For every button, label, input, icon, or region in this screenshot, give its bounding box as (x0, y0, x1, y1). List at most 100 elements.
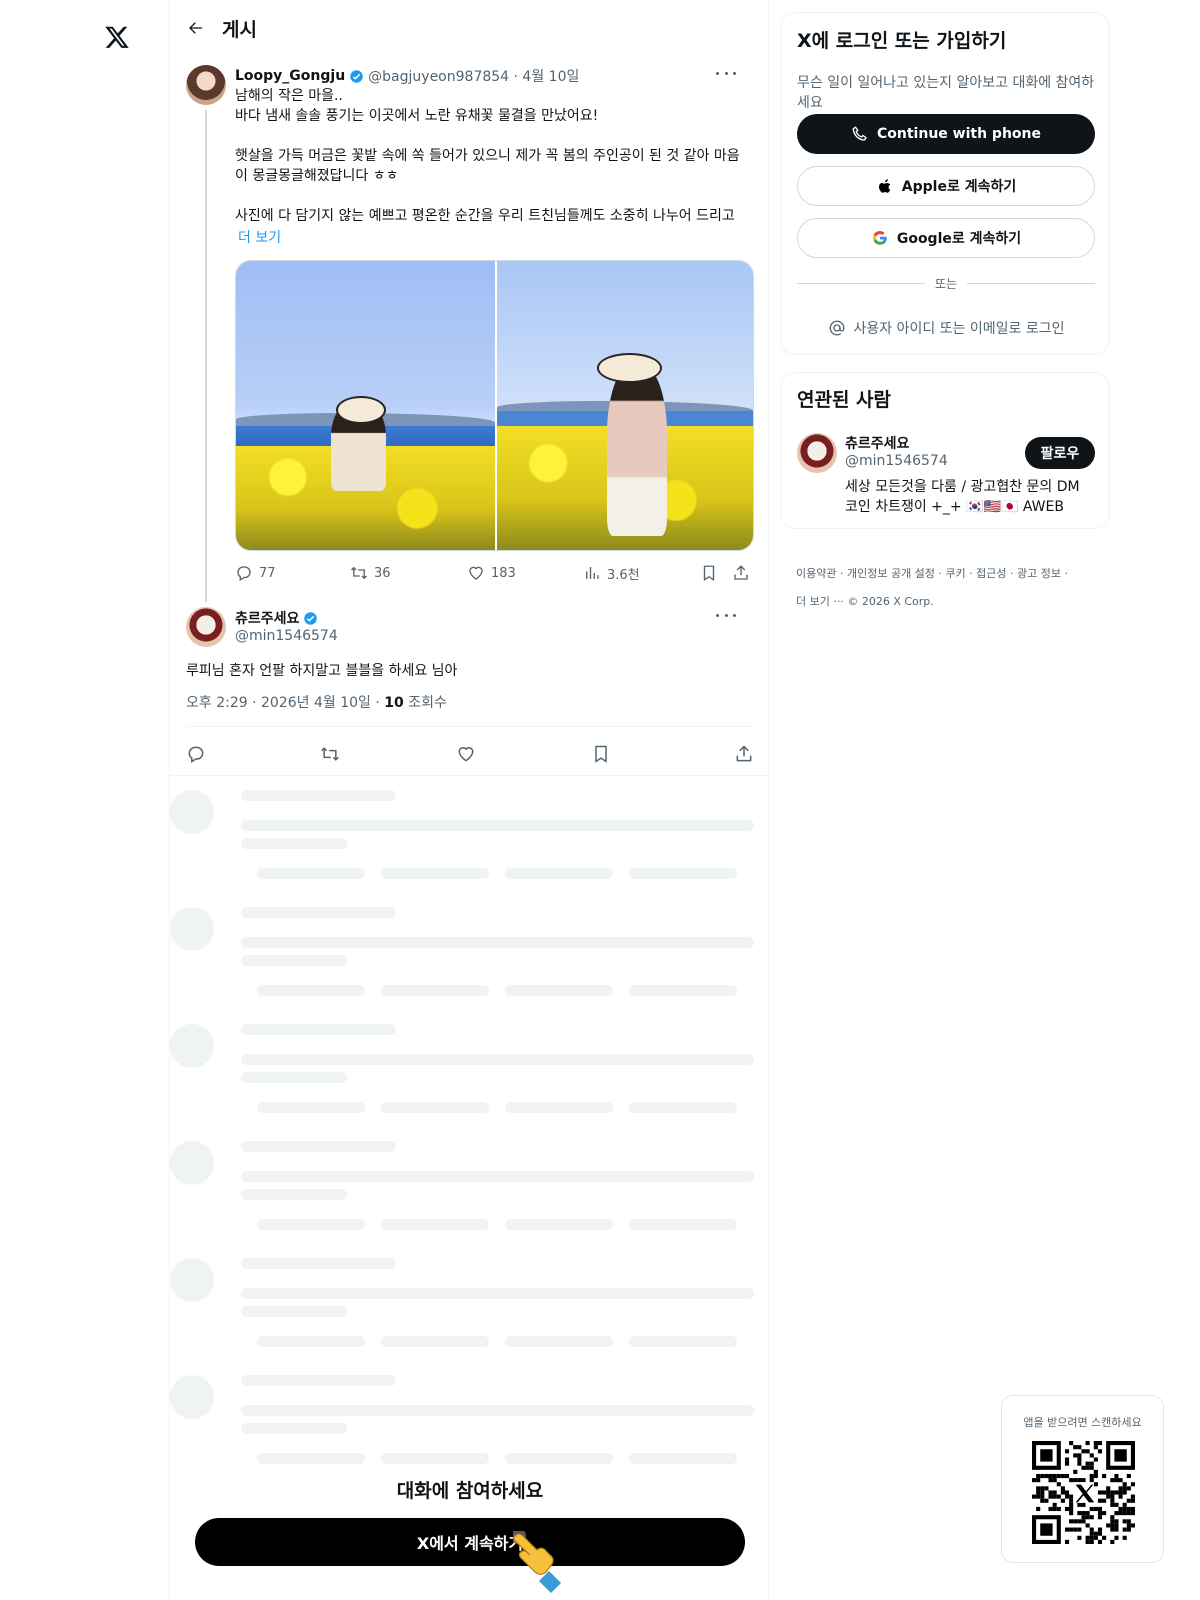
bookmark-button[interactable] (700, 562, 724, 584)
reply-text: 루피님 혼자 언팔 하지말고 블블을 하세요 님아 (186, 663, 458, 679)
footer-line-1[interactable]: 이용약관 · 개인정보 공개 설정 · 쿠키 · 접근성 · 광고 정보 · (796, 560, 1086, 588)
skeleton-bar (241, 1024, 396, 1035)
skeleton-bar (629, 868, 737, 879)
skeleton-bar (241, 1171, 754, 1182)
skeleton-avatar (170, 790, 214, 834)
avatar[interactable] (186, 65, 226, 105)
reply-time[interactable]: 오후 2:29 · 2026년 4월 10일 · (186, 695, 384, 711)
at-icon (829, 320, 844, 336)
skeleton-bar (629, 1102, 737, 1113)
back-arrow-icon[interactable] (186, 18, 206, 38)
qr-code-icon[interactable] (1032, 1441, 1135, 1544)
reply-author-name[interactable]: 츄르주세요 (235, 608, 299, 628)
skeleton-avatar (170, 1141, 214, 1185)
login-with-username-link[interactable]: 사용자 아이디 또는 이메일로 로그인 (797, 318, 1095, 338)
skeleton-bar (241, 1375, 396, 1386)
footer-line-2[interactable]: 더 보기 ··· © 2026 X Corp. (796, 588, 1086, 616)
skeleton-bar (257, 1219, 365, 1230)
thread-line (205, 110, 207, 602)
skeleton-bar (241, 1189, 347, 1200)
follow-button[interactable]: 팔로우 (1025, 437, 1095, 469)
skeleton-bar (505, 1336, 613, 1347)
related-handle[interactable]: @min1546574 (845, 453, 948, 469)
signup-title: X에 로그인 또는 가입하기 (797, 30, 1007, 52)
pointing-hand-icon (513, 1531, 561, 1593)
avatar[interactable] (797, 433, 837, 473)
photo-1[interactable] (236, 261, 495, 550)
skeleton-bar (381, 1453, 489, 1464)
reply-author-line: 츄르주세요 (235, 608, 322, 628)
skeleton-bar (505, 1219, 613, 1230)
page-title: 게시 (222, 18, 257, 41)
footer-links: 이용약관 · 개인정보 공개 설정 · 쿠키 · 접근성 · 광고 정보 · 더… (796, 560, 1086, 616)
google-icon (872, 231, 887, 245)
share-button[interactable] (732, 562, 756, 584)
skeleton-avatar (170, 907, 214, 951)
page: 게시 Loopy_Gongju @bagjuyeon987854 · 4월 10… (0, 0, 1200, 1600)
x-logo-icon[interactable] (104, 22, 130, 52)
author-name[interactable]: Loopy_Gongju (235, 68, 345, 84)
skeleton-bar (629, 985, 737, 996)
reply-views-label: 조회수 (403, 695, 447, 711)
reply-actions (186, 744, 754, 768)
verified-icon (350, 69, 363, 83)
skeleton-bar (257, 1102, 365, 1113)
skeleton-bar (241, 1054, 754, 1065)
skeleton-bar (381, 868, 489, 879)
skeleton-bar (629, 1219, 737, 1230)
google-label: Google로 계속하기 (896, 231, 1022, 247)
skeleton-bar (505, 1453, 613, 1464)
share-icon[interactable] (734, 744, 754, 764)
apple-label: Apple로 계속하기 (901, 179, 1017, 195)
skeleton-bar (241, 838, 347, 849)
more-icon[interactable] (716, 66, 736, 80)
like-icon[interactable] (456, 744, 476, 764)
reply-count: 77 (259, 565, 276, 581)
skeleton-bar (241, 1306, 347, 1317)
continue-with-phone-button[interactable]: Continue with phone (797, 114, 1095, 154)
skeleton-bar (381, 1336, 489, 1347)
skeleton-avatar (170, 1375, 214, 1419)
continue-on-x-button[interactable]: X에서 계속하기 (195, 1518, 745, 1566)
share-icon (734, 565, 748, 580)
divider (186, 726, 754, 727)
repost-button[interactable]: 36 (350, 562, 391, 584)
tweet-media[interactable] (235, 260, 754, 551)
like-button[interactable]: 183 (467, 562, 516, 584)
continue-with-google-button[interactable]: Google로 계속하기 (797, 218, 1095, 258)
skeleton-bar (241, 1423, 347, 1434)
reply-author-handle[interactable]: @min1546574 (235, 628, 338, 644)
qr-label: 앱을 받으려면 스캔하세요 (1023, 1416, 1142, 1429)
reply-views-count: 10 (384, 695, 404, 711)
views-button[interactable]: 3.6천 (583, 562, 640, 584)
related-title: 연관된 사람 (797, 389, 892, 411)
author-handle-date[interactable]: @bagjuyeon987854 · 4월 10일 (368, 66, 579, 86)
bookmark-icon[interactable] (591, 744, 611, 764)
skeleton-bar (629, 1336, 737, 1347)
apple-icon (878, 179, 891, 193)
related-people-card: 연관된 사람 츄르주세요 @min1546574 팔로우 세상 모든것을 다룸 … (780, 372, 1110, 529)
more-icon[interactable] (716, 608, 736, 622)
reply-meta: 오후 2:29 · 2026년 4월 10일 · 10 조회수 (186, 692, 447, 712)
photo-2[interactable] (494, 261, 753, 550)
skeleton-bar (257, 868, 365, 879)
skeleton-bar (241, 820, 754, 831)
reply-icon (237, 566, 251, 581)
skeleton-bar (241, 1072, 347, 1083)
show-more-link[interactable]: 더 보기 (238, 227, 281, 247)
skeleton-bar (257, 985, 365, 996)
login-label: 사용자 아이디 또는 이메일로 로그인 (853, 321, 1065, 337)
skeleton-bar (381, 985, 489, 996)
continue-with-apple-button[interactable]: Apple로 계속하기 (797, 166, 1095, 206)
reply-handle-line: @min1546574 (235, 628, 338, 644)
repost-icon[interactable] (320, 744, 340, 764)
skeleton-bar (241, 907, 396, 918)
bookmark-icon (703, 565, 715, 582)
reply-icon[interactable] (186, 744, 206, 764)
signup-card: X에 로그인 또는 가입하기 무슨 일이 일어나고 있는지 알아보고 대화에 참… (780, 12, 1110, 355)
avatar[interactable] (186, 607, 226, 647)
skeleton-bar (241, 1141, 396, 1152)
reply-button[interactable]: 77 (235, 562, 276, 584)
phone-label: Continue with phone (877, 126, 1041, 142)
related-name[interactable]: 츄르주세요 (845, 433, 909, 453)
